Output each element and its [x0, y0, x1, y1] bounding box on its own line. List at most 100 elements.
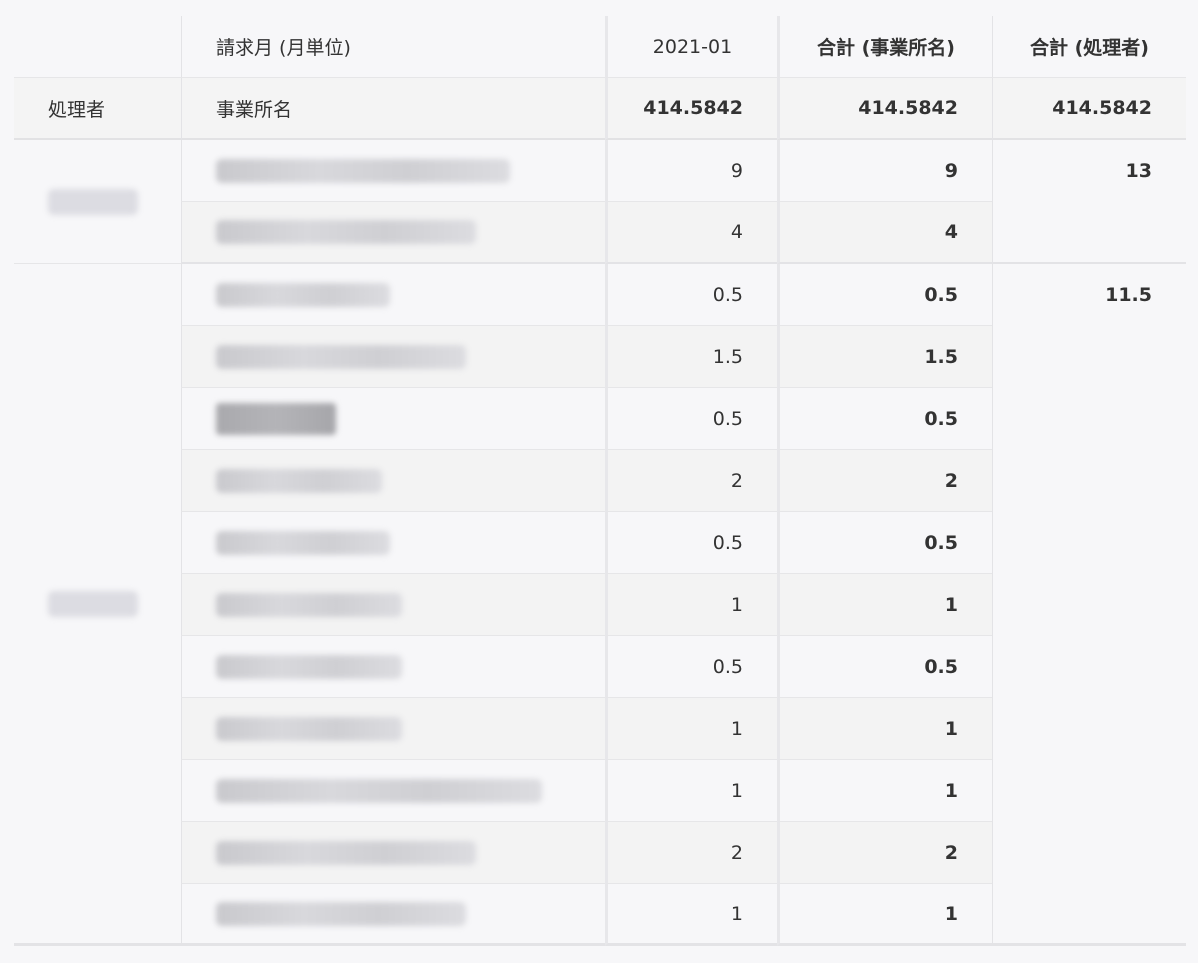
- office-name-cell: [181, 140, 605, 202]
- office-name-cell: [181, 574, 605, 636]
- month-value: 0.5: [712, 407, 743, 430]
- office-total-cell: 0.5: [777, 264, 992, 326]
- office-name-cell: [181, 202, 605, 264]
- redacted-office-name: [216, 468, 382, 493]
- grand-total-office: 414.5842: [777, 78, 992, 140]
- header-row: 請求月 (月単位) 2021-01 合計 (事業所名) 合計 (処理者): [14, 16, 1186, 78]
- office-name-cell: [181, 264, 605, 326]
- header-total-office[interactable]: 合計 (事業所名): [777, 16, 992, 78]
- month-value: 1: [730, 902, 743, 925]
- month-value: 1.5: [712, 345, 743, 368]
- office-total-value: 0.5: [924, 407, 958, 430]
- month-value-cell: 1: [605, 760, 777, 822]
- office-total-value: 0.5: [924, 655, 958, 678]
- month-value-cell: 0.5: [605, 636, 777, 698]
- office-total-value: 2: [944, 469, 958, 492]
- month-value: 2: [730, 841, 743, 864]
- processor-field-label: 処理者: [48, 98, 106, 121]
- month-value-cell: 1: [605, 698, 777, 760]
- redacted-processor-name: [48, 590, 138, 617]
- month-value: 1: [730, 779, 743, 802]
- office-total-value: 1.5: [924, 345, 958, 368]
- processor-field-header[interactable]: 処理者: [14, 78, 181, 140]
- redacted-office-name: [216, 158, 510, 183]
- month-value: 9: [730, 159, 743, 182]
- month-value-cell: 9: [605, 140, 777, 202]
- header-month-field[interactable]: 請求月 (月単位): [181, 16, 605, 78]
- redacted-office-name: [216, 592, 402, 617]
- redacted-office-name: [216, 778, 542, 803]
- month-value-cell: 4: [605, 202, 777, 264]
- processor-total-cell: 13: [992, 140, 1186, 264]
- header-month-label: 2021-01: [652, 35, 733, 58]
- office-name-cell: [181, 388, 605, 450]
- office-total-cell: 2: [777, 822, 992, 884]
- redacted-processor-name: [48, 188, 138, 215]
- office-name-cell: [181, 760, 605, 822]
- month-value: 1: [730, 593, 743, 616]
- table-row: 9 9 13: [14, 140, 1186, 264]
- month-value: 4: [730, 221, 743, 243]
- corner-cell: [14, 16, 181, 78]
- office-total-cell: 0.5: [777, 512, 992, 574]
- office-name-cell: [181, 884, 605, 946]
- grand-total-office-value: 414.5842: [858, 97, 958, 119]
- office-total-cell: 1: [777, 698, 992, 760]
- processor-cell: [14, 264, 181, 946]
- processor-cell: [14, 140, 181, 264]
- grand-total-month: 414.5842: [605, 78, 777, 140]
- month-value-cell: 1: [605, 574, 777, 636]
- office-total-value: 1: [944, 779, 958, 802]
- office-name-cell: [181, 636, 605, 698]
- redacted-office-name: [216, 344, 466, 369]
- redacted-office-name: [216, 282, 390, 307]
- pivot-table: 請求月 (月単位) 2021-01 合計 (事業所名) 合計 (処理者) 処理者…: [14, 16, 1186, 946]
- table-row: 0.5 0.5 11.5: [14, 264, 1186, 946]
- office-total-cell: 1: [777, 574, 992, 636]
- office-name-cell: [181, 822, 605, 884]
- redacted-office-name: [216, 901, 466, 926]
- redacted-office-name: [216, 840, 476, 865]
- office-name-cell: [181, 698, 605, 760]
- month-value-cell: 2: [605, 822, 777, 884]
- month-value-cell: 0.5: [605, 264, 777, 326]
- redacted-office-name: [216, 402, 336, 435]
- month-value: 2: [730, 469, 743, 492]
- office-total-value: 0.5: [924, 531, 958, 554]
- office-total-cell: 9: [777, 140, 992, 202]
- month-value-cell: 1.5: [605, 326, 777, 388]
- office-total-value: 0.5: [924, 283, 958, 306]
- processor-total-value: 11.5: [1105, 284, 1152, 306]
- office-total-value: 1: [944, 902, 958, 925]
- month-value: 1: [730, 717, 743, 740]
- header-total-processor[interactable]: 合計 (処理者): [992, 16, 1186, 78]
- office-total-value: 1: [944, 717, 958, 740]
- month-value-cell: 0.5: [605, 388, 777, 450]
- office-total-cell: 2: [777, 450, 992, 512]
- redacted-office-name: [216, 220, 476, 244]
- office-total-cell: 0.5: [777, 388, 992, 450]
- grand-total-processor: 414.5842: [992, 78, 1186, 140]
- office-total-cell: 1.5: [777, 326, 992, 388]
- office-total-value: 9: [944, 159, 958, 182]
- header-month-2021-01[interactable]: 2021-01: [605, 16, 777, 78]
- month-value: 0.5: [712, 531, 743, 554]
- redacted-office-name: [216, 530, 390, 555]
- office-name-cell: [181, 326, 605, 388]
- redacted-office-name: [216, 654, 402, 679]
- office-field-header[interactable]: 事業所名: [181, 78, 605, 140]
- processor-total-value: 13: [1125, 160, 1152, 182]
- month-value-cell: 1: [605, 884, 777, 946]
- office-field-label: 事業所名: [216, 98, 293, 121]
- subheader-row: 処理者 事業所名 414.5842 414.5842 414.5842: [14, 78, 1186, 140]
- office-total-cell: 0.5: [777, 636, 992, 698]
- office-total-value: 1: [944, 593, 958, 616]
- office-name-cell: [181, 512, 605, 574]
- header-total-office-label: 合計 (事業所名): [817, 37, 955, 59]
- grand-total-processor-value: 414.5842: [1052, 97, 1152, 119]
- redacted-office-name: [216, 716, 402, 741]
- processor-total-cell: 11.5: [992, 264, 1186, 946]
- office-total-cell: 4: [777, 202, 992, 264]
- office-total-cell: 1: [777, 760, 992, 822]
- office-total-value: 4: [944, 221, 958, 243]
